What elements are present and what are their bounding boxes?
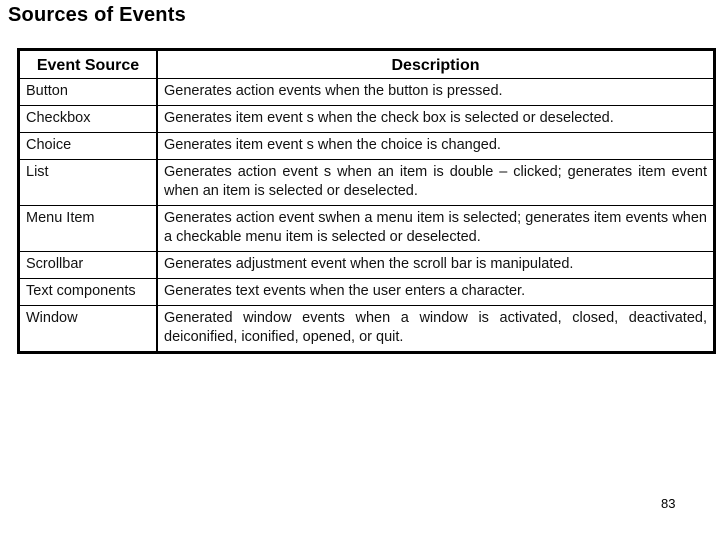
header-event-source: Event Source	[18, 49, 158, 79]
description-cell: Generates text events when the user ente…	[157, 278, 715, 306]
description-cell: Generates action event swhen a menu item…	[157, 205, 715, 252]
table-row: Scrollbar Generates adjustment event whe…	[18, 251, 715, 279]
event-source-cell: Button	[18, 78, 158, 106]
slide-title: Sources of Events	[8, 4, 186, 26]
event-source-cell: Scrollbar	[18, 251, 158, 279]
event-source-cell: Checkbox	[18, 105, 158, 133]
table-header-row: Event Source Description	[18, 49, 715, 79]
description-cell: Generated window events when a window is…	[157, 305, 715, 353]
table-row: Window Generated window events when a wi…	[18, 305, 715, 353]
table-row: Text components Generates text events wh…	[18, 278, 715, 306]
description-cell: Generates item event s when the choice i…	[157, 132, 715, 160]
header-description: Description	[157, 49, 715, 79]
table-row: Checkbox Generates item event s when the…	[18, 105, 715, 133]
description-cell: Generates action event s when an item is…	[157, 159, 715, 206]
page-number: 83	[661, 496, 676, 511]
description-cell: Generates action events when the button …	[157, 78, 715, 106]
event-source-cell: Choice	[18, 132, 158, 160]
event-sources-table: Event Source Description Button Generate…	[17, 48, 716, 354]
table-row: List Generates action event s when an it…	[18, 159, 715, 206]
table-row: Button Generates action events when the …	[18, 78, 715, 106]
event-source-cell: List	[18, 159, 158, 206]
description-cell: Generates adjustment event when the scro…	[157, 251, 715, 279]
description-cell: Generates item event s when the check bo…	[157, 105, 715, 133]
event-source-cell: Text components	[18, 278, 158, 306]
table-row: Choice Generates item event s when the c…	[18, 132, 715, 160]
event-source-cell: Window	[18, 305, 158, 353]
event-source-cell: Menu Item	[18, 205, 158, 252]
table-row: Menu Item Generates action event swhen a…	[18, 205, 715, 252]
